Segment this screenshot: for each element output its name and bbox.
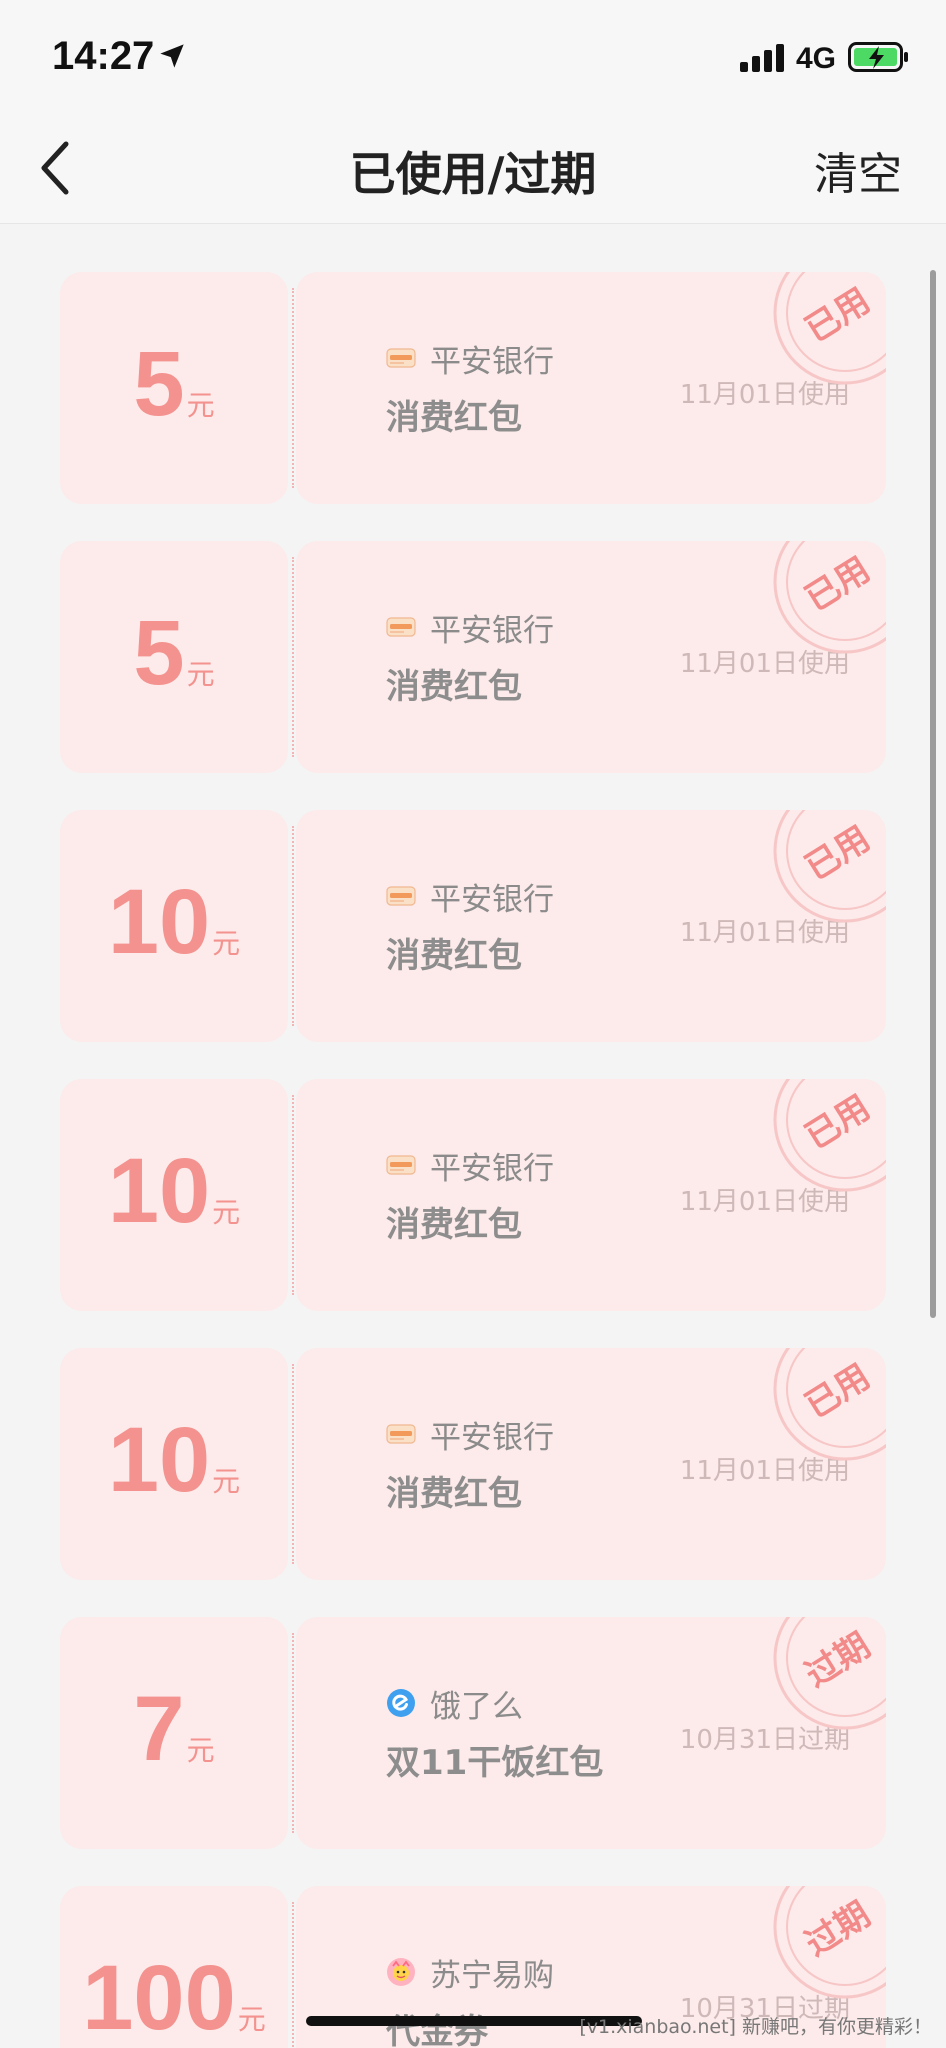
amount-unit: 元 — [212, 1196, 241, 1229]
coupon-list[interactable]: 5元 平安银行 消费红包 11月01日使用 已用 5元 平安银行 消费红包 11月01日使用 已用… — [0, 224, 946, 2048]
coupon-name: 消费红包 — [386, 1205, 522, 1245]
amount-value: 5 — [133, 602, 185, 704]
brand-name: 平安银行 — [430, 343, 554, 380]
coupon-info-panel: 平安银行 消费红包 11月01日使用 已用 — [296, 272, 886, 504]
coupon-divider — [292, 1902, 294, 2048]
coupon-brand: 饿了么 — [386, 1683, 523, 1725]
amount-unit: 元 — [186, 389, 215, 422]
brand-name: 苏宁易购 — [430, 1957, 554, 1994]
amount-value: 7 — [133, 1678, 185, 1780]
coupon-divider — [292, 1364, 294, 1564]
suning-logo-icon — [386, 1957, 416, 1987]
coupon-brand: 平安银行 — [386, 876, 554, 918]
clear-button[interactable]: 清空 — [814, 138, 902, 202]
status-stamp: 已用 — [770, 810, 886, 926]
coupon-name: 双11干饭红包 — [386, 1743, 604, 1783]
coupon-amount: 5元 — [60, 338, 288, 430]
pingan-bank-logo-icon — [386, 343, 416, 373]
coupon-amount-panel: 10元 — [60, 1079, 288, 1311]
status-stamp: 已用 — [770, 1348, 886, 1464]
status-stamp: 过期 — [770, 1886, 886, 2002]
coupon-divider — [292, 288, 294, 488]
coupon-amount-panel: 10元 — [60, 810, 288, 1042]
amount-value: 10 — [107, 1409, 211, 1511]
coupon-brand: 平安银行 — [386, 338, 554, 380]
coupon-divider — [292, 557, 294, 757]
coupon-card[interactable]: 10元 平安银行 消费红包 11月01日使用 已用 — [60, 810, 886, 1042]
amount-value: 5 — [133, 333, 185, 435]
coupon-amount: 7元 — [60, 1683, 288, 1775]
amount-unit: 元 — [186, 1734, 215, 1767]
page-title: 已使用/过期 — [349, 147, 597, 201]
pingan-bank-logo-icon — [386, 1419, 416, 1449]
amount-unit: 元 — [212, 927, 241, 960]
coupon-card[interactable]: 10元 平安银行 消费红包 11月01日使用 已用 — [60, 1348, 886, 1580]
coupon-amount: 5元 — [60, 607, 288, 699]
pingan-bank-logo-icon — [386, 881, 416, 911]
coupon-name: 消费红包 — [386, 667, 522, 707]
network-type: 4G — [796, 42, 837, 75]
amount-unit: 元 — [186, 658, 215, 691]
coupon-brand: 平安银行 — [386, 607, 554, 649]
coupon-name: 代金券 — [386, 2012, 488, 2048]
status-stamp: 已用 — [770, 1079, 886, 1195]
brand-name: 平安银行 — [430, 1150, 554, 1187]
coupon-brand: 苏宁易购 — [386, 1952, 554, 1994]
amount-value: 100 — [82, 1947, 236, 2048]
signal-strength-icon — [740, 44, 784, 72]
coupon-card[interactable]: 7元 饿了么 双11干饭红包 10月31日过期 过期 — [60, 1617, 886, 1849]
coupon-amount-panel: 10元 — [60, 1348, 288, 1580]
coupon-divider — [292, 1095, 294, 1295]
coupon-card[interactable]: 5元 平安银行 消费红包 11月01日使用 已用 — [60, 541, 886, 773]
coupon-brand: 平安银行 — [386, 1145, 554, 1187]
coupon-amount-panel: 100元 — [60, 1886, 288, 2048]
amount-unit: 元 — [237, 2003, 266, 2036]
coupon-amount: 100元 — [60, 1952, 288, 2044]
eleme-logo-icon — [386, 1688, 416, 1718]
watermark-text: [v1.xianbao.net] 新赚吧，有你更精彩！ — [579, 2016, 932, 2038]
amount-unit: 元 — [212, 1465, 241, 1498]
amount-value: 10 — [107, 1140, 211, 1242]
pingan-bank-logo-icon — [386, 612, 416, 642]
coupon-name: 消费红包 — [386, 398, 522, 438]
status-time: 14:27 — [52, 34, 155, 78]
coupon-amount-panel: 7元 — [60, 1617, 288, 1849]
pingan-bank-logo-icon — [386, 1150, 416, 1180]
coupon-card[interactable]: 10元 平安银行 消费红包 11月01日使用 已用 — [60, 1079, 886, 1311]
brand-name: 平安银行 — [430, 881, 554, 918]
coupon-brand: 平安银行 — [386, 1414, 554, 1456]
coupon-info-panel: 平安银行 消费红包 11月01日使用 已用 — [296, 1348, 886, 1580]
scrollbar[interactable] — [930, 270, 936, 1318]
coupon-name: 消费红包 — [386, 1474, 522, 1514]
amount-value: 10 — [107, 871, 211, 973]
coupon-amount: 10元 — [60, 1414, 288, 1506]
status-stamp: 过期 — [770, 1617, 886, 1733]
coupon-info-panel: 平安银行 消费红包 11月01日使用 已用 — [296, 810, 886, 1042]
brand-name: 平安银行 — [430, 1419, 554, 1456]
coupon-amount: 10元 — [60, 876, 288, 968]
coupon-info-panel: 平安银行 消费红包 11月01日使用 已用 — [296, 541, 886, 773]
battery-charging-icon — [848, 42, 908, 72]
navigation-bar: 已使用/过期 清空 — [0, 110, 946, 224]
brand-name: 平安银行 — [430, 612, 554, 649]
coupon-amount: 10元 — [60, 1145, 288, 1237]
status-stamp: 已用 — [770, 272, 886, 388]
coupon-amount-panel: 5元 — [60, 541, 288, 773]
status-stamp: 已用 — [770, 541, 886, 657]
coupon-card[interactable]: 5元 平安银行 消费红包 11月01日使用 已用 — [60, 272, 886, 504]
location-arrow-icon — [160, 44, 184, 68]
coupon-info-panel: 饿了么 双11干饭红包 10月31日过期 过期 — [296, 1617, 886, 1849]
coupon-divider — [292, 826, 294, 1026]
coupon-info-panel: 平安银行 消费红包 11月01日使用 已用 — [296, 1079, 886, 1311]
status-bar: 14:27 4G — [0, 0, 946, 110]
coupon-divider — [292, 1633, 294, 1833]
coupon-amount-panel: 5元 — [60, 272, 288, 504]
brand-name: 饿了么 — [430, 1688, 523, 1725]
coupon-name: 消费红包 — [386, 936, 522, 976]
